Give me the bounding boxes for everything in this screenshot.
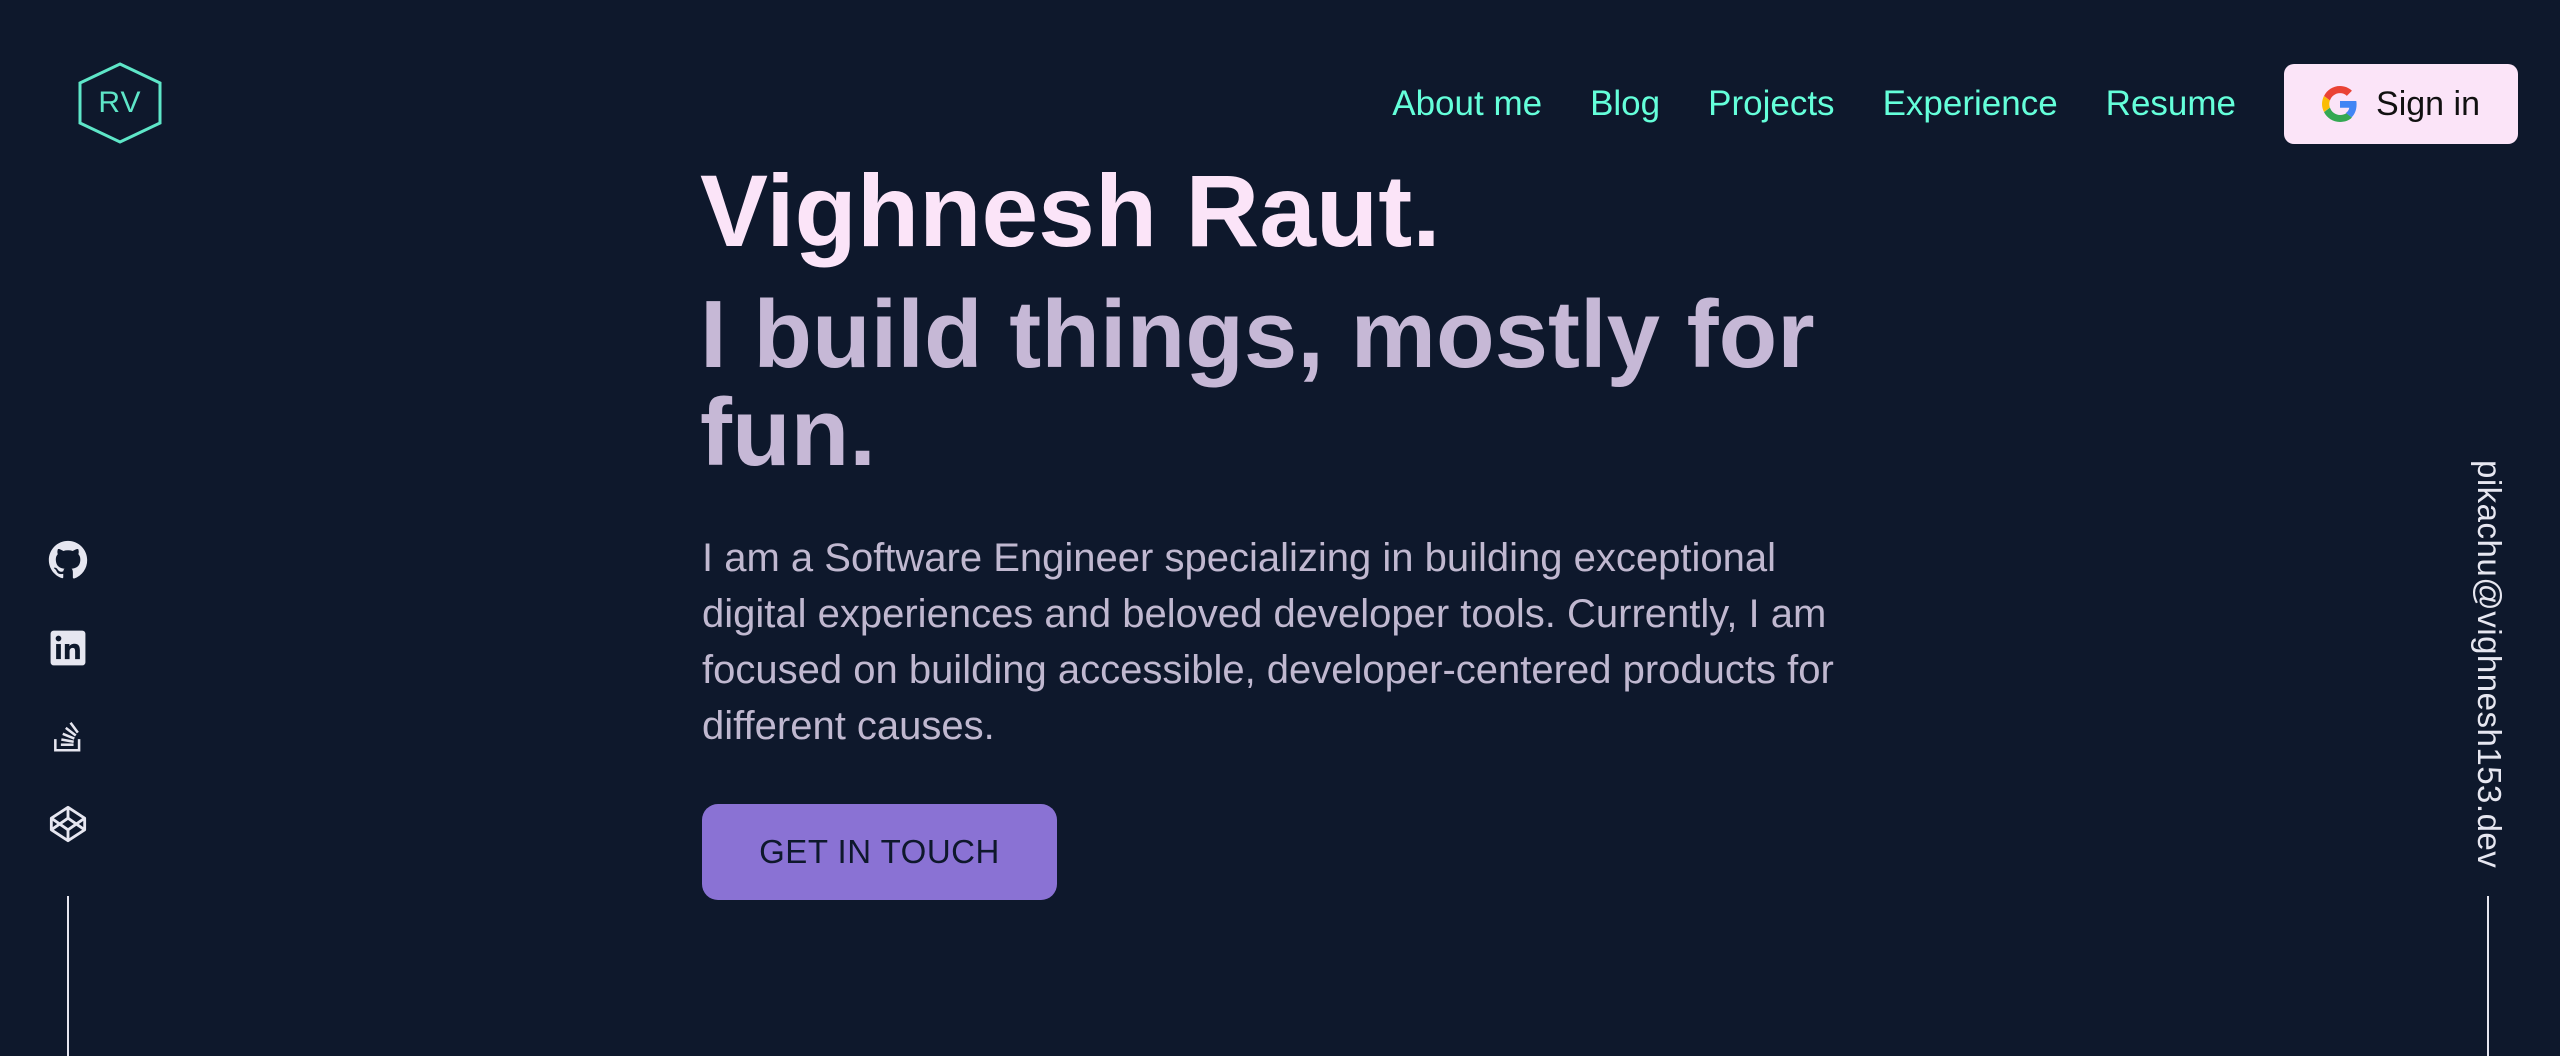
hero-description: I am a Software Engineer specializing in…: [702, 536, 1834, 748]
google-icon: [2322, 86, 2357, 122]
github-icon[interactable]: [44, 536, 92, 584]
get-in-touch-button[interactable]: GET IN TOUCH: [702, 804, 1057, 900]
linkedin-icon[interactable]: [44, 624, 92, 672]
site-logo[interactable]: RV: [76, 62, 164, 144]
stackoverflow-icon[interactable]: [44, 712, 92, 760]
nav-blog-link[interactable]: Blog: [1590, 84, 1660, 124]
nav-experience-link[interactable]: Experience: [1883, 84, 2058, 124]
hero-tagline: I build things, mostly for fun.: [700, 281, 1815, 486]
sign-in-button[interactable]: Sign in: [2284, 64, 2518, 144]
left-rail-line: [67, 896, 69, 1056]
page: RV About me Blog Projects Experience Res…: [0, 0, 2560, 1056]
nav-projects-link[interactable]: Projects: [1708, 84, 1834, 124]
nav-about-me-link[interactable]: About me: [1392, 84, 1542, 124]
right-rail-line: [2487, 896, 2489, 1056]
email-link[interactable]: pikachu@vighnesh153.dev: [2470, 460, 2508, 868]
logo-text: RV: [98, 86, 142, 119]
codepen-icon[interactable]: [44, 800, 92, 848]
sign-in-label: Sign in: [2376, 84, 2480, 123]
top-nav: About me Blog Projects Experience Resume…: [1392, 64, 2518, 144]
nav-resume-link[interactable]: Resume: [2106, 84, 2236, 124]
social-links: [44, 536, 92, 888]
hero-name: Vighnesh Raut.: [700, 154, 1441, 268]
